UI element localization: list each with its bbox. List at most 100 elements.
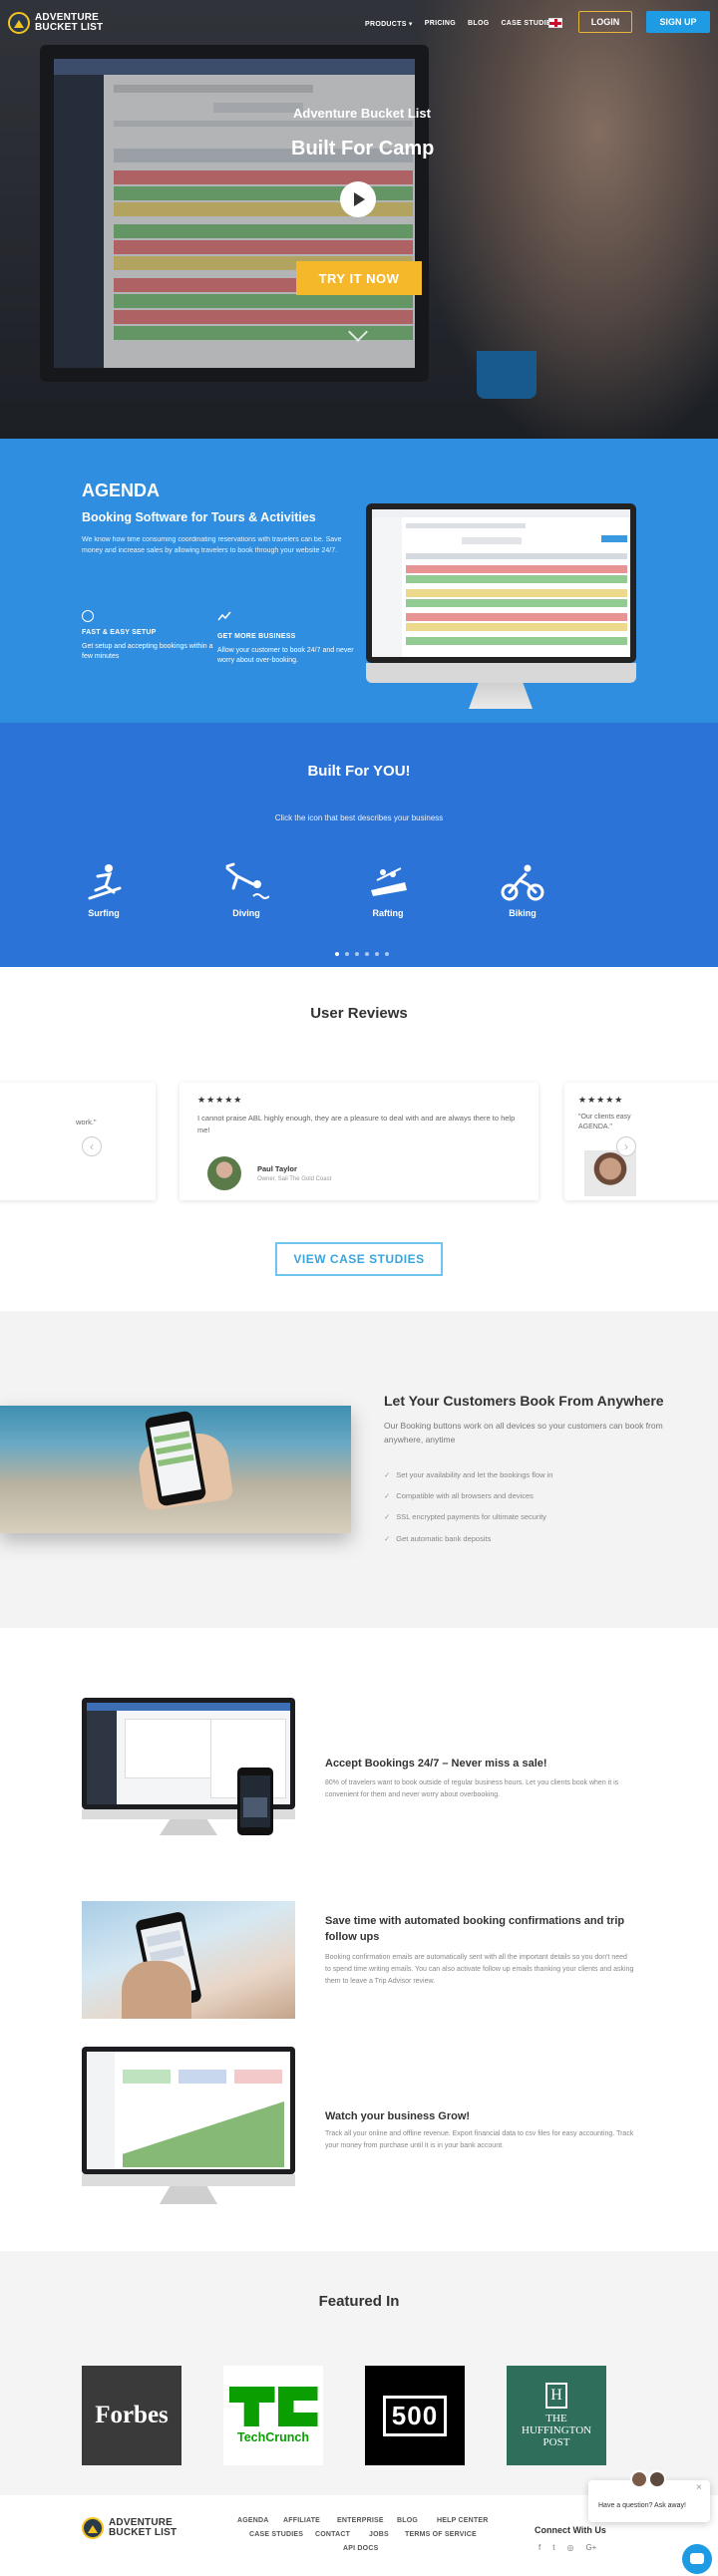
carousel-dot[interactable] — [365, 952, 369, 956]
user-reviews-section: User Reviews work." ★★★★★ I cannot prais… — [0, 967, 718, 1311]
agenda-subheading: Booking Software for Tours & Activities — [82, 510, 316, 524]
activity-biking[interactable]: Biking — [483, 862, 562, 918]
footer-link-affiliate[interactable]: AFFILIATE — [283, 2517, 320, 2524]
footer-link-case-studies[interactable]: CASE STUDIES — [249, 2531, 303, 2538]
feature-more-business: GET MORE BUSINESS Allow your customer to… — [217, 610, 357, 666]
next-review-arrow-icon[interactable]: › — [616, 1136, 636, 1156]
anywhere-heading: Let Your Customers Book From Anywhere — [384, 1393, 664, 1409]
chat-popup[interactable]: × Have a question? Ask away! — [588, 2470, 710, 2522]
featured-in-section: Featured In Forbes TechCrunch 500 H THE … — [0, 2251, 718, 2495]
footer-link-terms[interactable]: TERMS OF SERVICE — [405, 2531, 477, 2538]
agenda-heading: AGENDA — [82, 481, 161, 500]
review-text: I cannot praise ABL highly enough, they … — [197, 1114, 516, 1134]
review-card-left: work." — [0, 1083, 156, 1200]
activity-surfing[interactable]: Surfing — [64, 862, 144, 918]
rafting-icon — [371, 867, 407, 896]
google-plus-icon[interactable]: G+ — [585, 2543, 596, 2552]
feature-text: Allow your customer to book 24/7 and nev… — [217, 647, 354, 664]
surfing-icon — [88, 864, 122, 900]
built-for-you-section: Built For YOU! Click the icon that best … — [0, 723, 718, 967]
techcrunch-logo[interactable]: TechCrunch — [223, 2366, 323, 2465]
chart-line-icon — [217, 611, 231, 621]
reviewer-photo — [584, 1150, 636, 1196]
main-nav: PRODUCTS ▾ PRICING BLOG CASE STUDIES — [365, 20, 556, 28]
footer-link-agenda[interactable]: AGENDA — [237, 2517, 269, 2524]
agenda-imac-screenshot — [366, 503, 636, 663]
twitter-icon[interactable]: t — [552, 2543, 554, 2552]
huffington-post-logo[interactable]: H THE HUFFINGTON POST — [507, 2366, 606, 2465]
carousel-dot[interactable] — [335, 952, 339, 956]
feature-description: 80% of travelers want to book outside of… — [325, 1779, 619, 1798]
footer-link-enterprise[interactable]: ENTERPRISE — [337, 2517, 384, 2524]
feature-description: Track all your online and offline revenu… — [325, 2130, 634, 2149]
built-heading: Built For YOU! — [307, 763, 411, 780]
footer-link-jobs[interactable]: JOBS — [369, 2531, 389, 2538]
chat-launcher-button[interactable] — [682, 2544, 712, 2574]
featured-heading: Featured In — [318, 2293, 400, 2310]
feature-title: Save time with automated booking confirm… — [325, 1915, 625, 1943]
activity-rafting[interactable]: Rafting — [348, 862, 428, 918]
carousel-dot[interactable] — [355, 952, 359, 956]
logo[interactable]: ADVENTURE BUCKET LIST — [8, 12, 103, 34]
hero-title: Adventure Bucket List — [293, 106, 431, 121]
footer-logo[interactable]: ADVENTURE BUCKET LIST — [82, 2517, 177, 2539]
reviews-heading: User Reviews — [310, 1005, 408, 1022]
chat-close-icon[interactable]: × — [696, 2482, 702, 2493]
activity-label: Biking — [509, 908, 537, 918]
nav-products[interactable]: PRODUCTS ▾ — [365, 20, 413, 28]
carousel-dot[interactable] — [385, 952, 389, 956]
rating-stars: ★★★★★ — [197, 1095, 243, 1105]
diving-icon — [225, 862, 269, 899]
feature-title: FAST & EASY SETUP — [82, 629, 157, 636]
chat-prompt: Have a question? Ask away! — [598, 2502, 686, 2509]
footer-link-help-center[interactable]: HELP CENTER — [437, 2517, 488, 2524]
view-case-studies-button[interactable]: VIEW CASE STUDIES — [275, 1242, 443, 1276]
footer-link-blog[interactable]: BLOG — [397, 2517, 418, 2524]
anywhere-description: Our Booking buttons work on all devices … — [384, 1421, 663, 1445]
features-section: Accept Bookings 24/7 – Never miss a sale… — [0, 1628, 718, 2251]
social-links: f t ◎ G+ — [538, 2543, 596, 2552]
carousel-dot[interactable] — [375, 952, 379, 956]
built-subtitle: Click the icon that best describes your … — [274, 813, 444, 822]
logo-icon — [8, 12, 30, 34]
try-it-now-button[interactable]: TRY IT NOW — [296, 261, 422, 295]
uk-flag-icon[interactable] — [548, 18, 562, 28]
agent-avatar — [630, 2470, 648, 2488]
500-startups-logo[interactable]: 500 — [365, 2366, 465, 2465]
carousel-dots — [335, 952, 389, 956]
prev-review-arrow-icon[interactable]: ‹ — [82, 1136, 102, 1156]
automated-emails-image — [82, 1901, 295, 2019]
facebook-icon[interactable]: f — [538, 2543, 540, 2552]
forbes-logo[interactable]: Forbes — [82, 2366, 181, 2465]
activity-label: Rafting — [372, 908, 404, 918]
feature-description: Booking confirmation emails are automati… — [325, 1954, 634, 1985]
instagram-icon[interactable]: ◎ — [566, 2543, 573, 2552]
signup-button[interactable]: SIGN UP — [646, 11, 710, 33]
techcrunch-mark-icon — [228, 2387, 318, 2426]
reviewer-role: Owner, Sail The Gold Coast — [257, 1176, 332, 1182]
footer-link-api-docs[interactable]: API DOCS — [343, 2545, 378, 2552]
activity-label: Surfing — [88, 908, 120, 918]
activity-diving[interactable]: Diving — [206, 862, 286, 918]
feature-title: Accept Bookings 24/7 – Never miss a sale… — [325, 1758, 547, 1770]
review-fragment: work." — [76, 1118, 97, 1127]
carousel-dot[interactable] — [345, 952, 349, 956]
logo-icon — [82, 2517, 104, 2539]
activity-label: Diving — [232, 908, 260, 918]
check-item: Compatible with all browsers and devices — [384, 1491, 534, 1500]
accept-bookings-image — [82, 1698, 295, 1837]
nav-blog[interactable]: BLOG — [468, 20, 489, 28]
footer-link-contact[interactable]: CONTACT — [315, 2531, 350, 2538]
play-video-button[interactable] — [340, 181, 376, 217]
nav-pricing[interactable]: PRICING — [425, 20, 456, 28]
review-card-right: ★★★★★ "Our clients easy AGENDA." — [564, 1083, 718, 1200]
biking-icon — [501, 864, 544, 901]
hero-subtitle: Built For Camp — [291, 138, 435, 160]
review-card-main: ★★★★★ I cannot praise ABL highly enough,… — [180, 1083, 538, 1200]
feature-title: Watch your business Grow! — [325, 2110, 471, 2122]
rating-stars: ★★★★★ — [578, 1095, 624, 1105]
feature-text: Get setup and accepting bookings within … — [82, 643, 213, 660]
connect-heading: Connect With Us — [535, 2525, 606, 2535]
login-button[interactable]: LOGIN — [578, 11, 632, 33]
hero-section: ADVENTURE BUCKET LIST PRODUCTS ▾ PRICING… — [0, 0, 718, 439]
